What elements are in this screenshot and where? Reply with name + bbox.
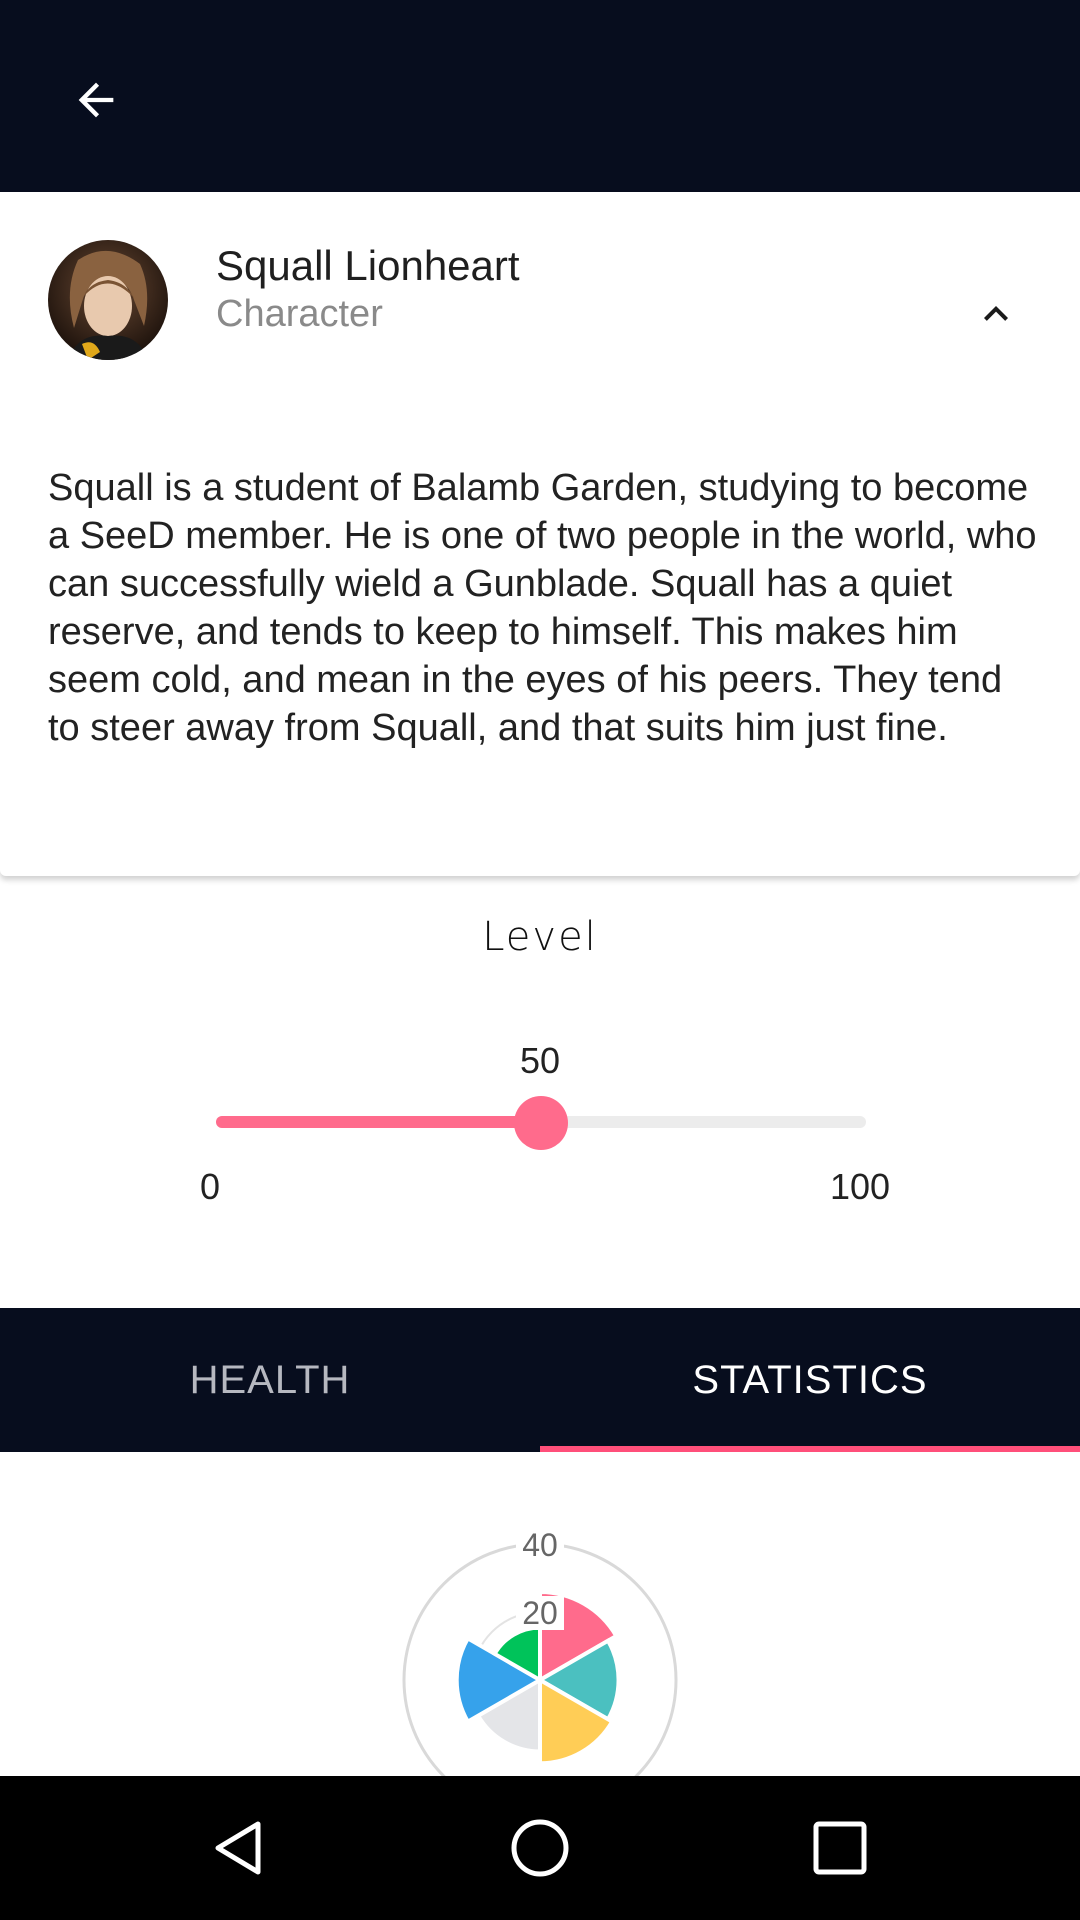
app-bar bbox=[0, 0, 1080, 192]
tab-bar: HEALTH STATISTICS bbox=[0, 1308, 1080, 1452]
level-slider[interactable] bbox=[216, 1096, 866, 1154]
system-nav-bar bbox=[0, 1776, 1080, 1920]
polar-area-chart: 40 20 bbox=[402, 1527, 678, 1776]
character-name: Squall Lionheart bbox=[216, 242, 520, 289]
statistics-chart-area: 40 20 bbox=[0, 1452, 1080, 1776]
square-recents-icon bbox=[813, 1821, 867, 1875]
slider-thumb[interactable] bbox=[514, 1096, 568, 1150]
chart-tick-label: 20 bbox=[522, 1595, 558, 1631]
back-button[interactable] bbox=[56, 60, 136, 140]
level-label: Level bbox=[482, 914, 598, 960]
character-type: Character bbox=[216, 293, 383, 335]
level-value: 50 bbox=[519, 1040, 561, 1081]
slider-fill bbox=[216, 1116, 541, 1128]
chart-tick-label: 40 bbox=[522, 1527, 558, 1563]
chevron-up-icon bbox=[984, 306, 1008, 321]
slider-max-label: 100 bbox=[830, 1166, 891, 1207]
character-card: Squall Lionheart Character Squall is a s… bbox=[0, 192, 1080, 876]
nav-home-button[interactable] bbox=[480, 1800, 600, 1896]
tab-health[interactable]: HEALTH bbox=[0, 1308, 540, 1452]
arrow-back-icon bbox=[78, 82, 114, 118]
slider-min-label: 0 bbox=[200, 1166, 221, 1207]
tab-statistics-label: STATISTICS bbox=[692, 1357, 928, 1402]
triangle-back-icon bbox=[215, 1821, 261, 1875]
collapse-button[interactable] bbox=[960, 278, 1032, 350]
nav-back-button[interactable] bbox=[180, 1800, 300, 1896]
nav-recents-button[interactable] bbox=[780, 1800, 900, 1896]
character-description: Squall is a student of Balamb Garden, st… bbox=[48, 467, 1037, 749]
tab-health-label: HEALTH bbox=[189, 1357, 351, 1402]
avatar bbox=[48, 240, 168, 360]
tab-statistics[interactable]: STATISTICS bbox=[540, 1308, 1080, 1452]
circle-home-icon bbox=[511, 1819, 569, 1877]
